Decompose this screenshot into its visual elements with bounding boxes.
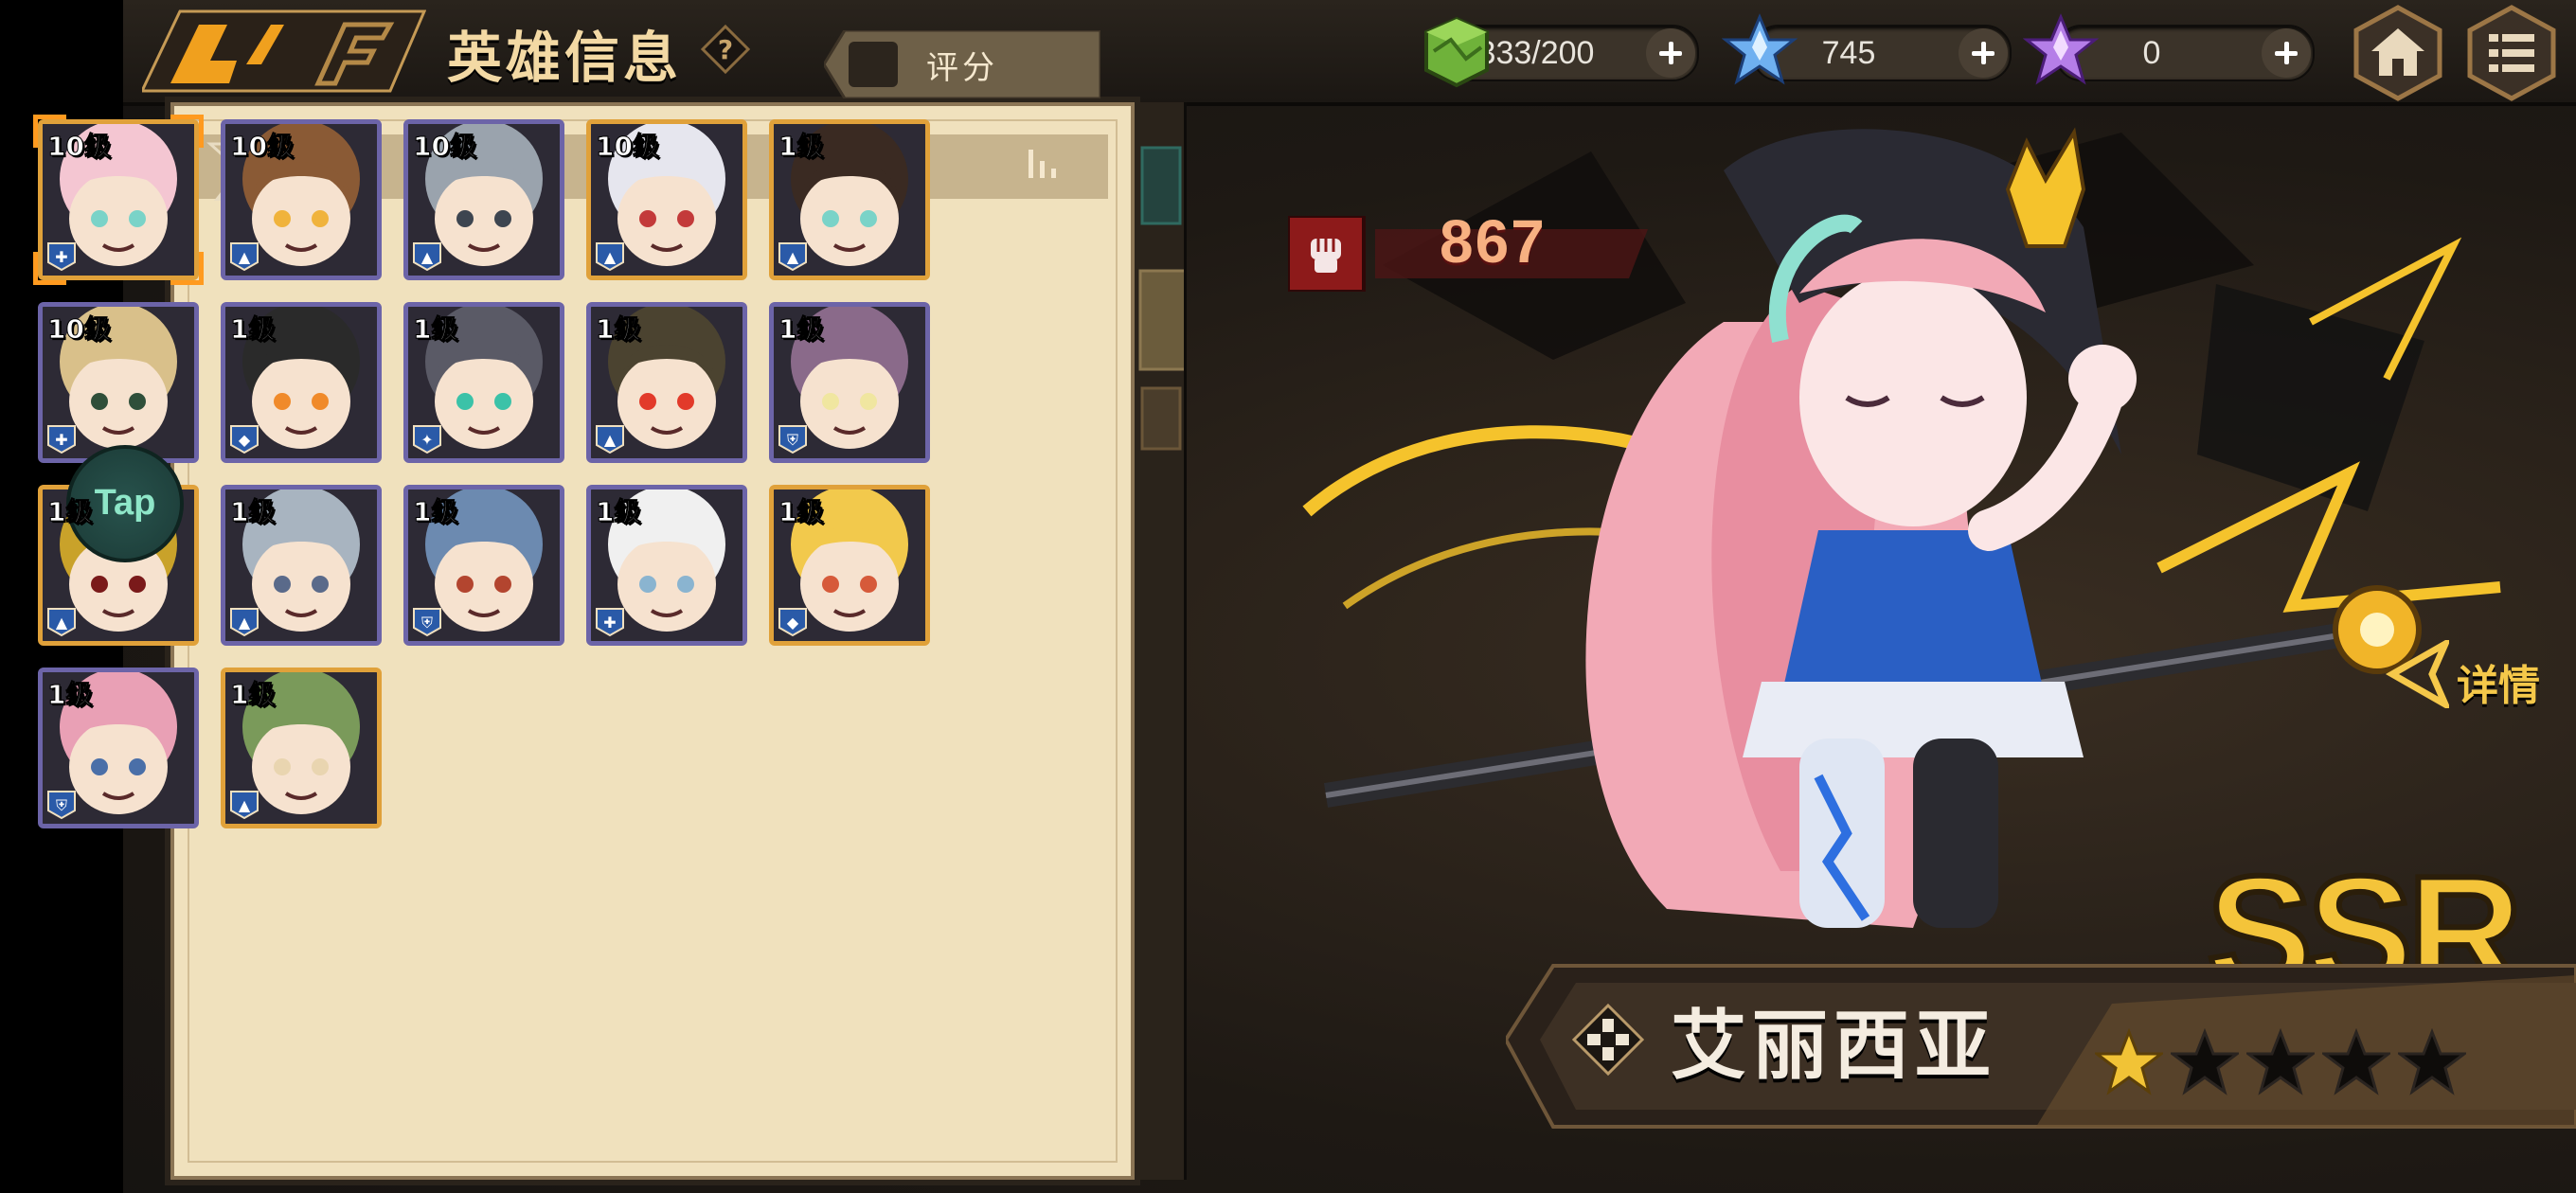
mage-class-icon: ◆ (778, 607, 808, 637)
tank-class-icon: ⛨ (778, 424, 808, 454)
sort-label: 评分 (926, 49, 998, 87)
hero-level: 10级 (413, 131, 477, 163)
hero-card[interactable]: 1级 ▲ (586, 302, 747, 463)
hero-card[interactable]: 1级 ▲ (221, 485, 382, 646)
detail-arrow-icon[interactable] (2385, 635, 2453, 713)
hero-level: 1级 (778, 131, 824, 163)
stamina-cube-icon (1419, 13, 1494, 89)
svg-text:◆: ◆ (239, 431, 251, 449)
back-logo-button[interactable] (139, 8, 427, 95)
hero-card[interactable]: 1级 ⛨ (769, 302, 930, 463)
hero-level: 1级 (778, 313, 824, 346)
svg-text:▲: ▲ (421, 248, 434, 266)
mage-class-icon: ◆ (229, 424, 259, 454)
star-empty-icon (2319, 1027, 2393, 1100)
side-tab-strip (1135, 102, 1190, 1180)
support-class-icon: ✚ (595, 607, 625, 637)
hero-level: 1级 (229, 496, 276, 528)
fist-icon (1303, 231, 1349, 276)
hero-card[interactable]: 1级 ✦ (403, 302, 564, 463)
selection-corner (170, 252, 204, 285)
star-filled-icon (2092, 1027, 2166, 1100)
svg-text:▲: ▲ (787, 248, 799, 266)
home-button[interactable] (2349, 4, 2447, 102)
assassin-class-icon: ✦ (412, 424, 442, 454)
star-empty-icon (2244, 1027, 2317, 1100)
hero-card[interactable]: 1级 ⛨ (38, 668, 199, 828)
hero-level: 1级 (412, 313, 458, 346)
warrior-class-icon: ▲ (778, 241, 808, 272)
home-icon (2353, 5, 2442, 101)
svg-text:▲: ▲ (239, 248, 251, 266)
selection-corner (33, 115, 66, 148)
selection-corner (170, 115, 204, 148)
hero-level: 1级 (229, 313, 276, 346)
hero-card[interactable]: 10级 ▲ (221, 119, 382, 280)
hero-card[interactable]: 1级 ◆ (221, 302, 382, 463)
purple-crystal-icon (2022, 13, 2100, 89)
svg-text:⛨: ⛨ (787, 431, 798, 449)
menu-icon (2467, 5, 2556, 101)
hero-card[interactable]: 1级 ✚ (586, 485, 747, 646)
hero-card[interactable]: 10级 ✚ (38, 302, 199, 463)
svg-text:▲: ▲ (239, 796, 251, 814)
star-empty-icon (2168, 1027, 2242, 1100)
help-icon[interactable]: ? (700, 24, 751, 75)
power-value: 867 (1440, 207, 1547, 276)
star-empty-icon (2395, 1027, 2469, 1100)
add-blue-crystal-button[interactable] (1959, 28, 2008, 78)
svg-text:◆: ◆ (787, 614, 799, 632)
svg-text:⛨: ⛨ (56, 796, 67, 814)
svg-text:✚: ✚ (603, 614, 616, 632)
hero-level: 1级 (412, 496, 458, 528)
hero-level: 1级 (778, 496, 824, 528)
svg-text:▲: ▲ (239, 614, 251, 632)
svg-text:✦: ✦ (420, 431, 433, 449)
hero-card[interactable]: 10级 ✚ (33, 115, 204, 285)
hero-level: 1级 (46, 679, 93, 711)
menu-button[interactable] (2462, 4, 2561, 102)
support-cross-icon (1571, 1003, 1645, 1077)
support-class-icon: ✚ (46, 424, 77, 454)
warrior-class-icon: ▲ (229, 241, 259, 272)
warrior-class-icon: ▲ (229, 607, 259, 637)
hero-card[interactable]: 1级 ⛨ (403, 485, 564, 646)
svg-text:▲: ▲ (56, 614, 68, 632)
hero-card[interactable]: 10级 ▲ (403, 119, 564, 280)
selection-corner (33, 252, 66, 285)
page-title: 英雄信息 (447, 26, 683, 90)
svg-text:✚: ✚ (55, 431, 67, 449)
warrior-class-icon: ▲ (229, 790, 259, 820)
warrior-class-icon: ▲ (412, 241, 442, 272)
hero-card[interactable]: 1级 ▲ (221, 668, 382, 828)
hero-level: 1级 (229, 679, 276, 711)
hero-level: 10级 (230, 131, 295, 163)
detail-link[interactable]: 详情 (2457, 651, 2540, 712)
svg-text:?: ? (718, 34, 733, 65)
svg-text:▲: ▲ (604, 248, 617, 266)
hero-card[interactable]: 10级 ▲ (586, 119, 747, 280)
svg-text:⛨: ⛨ (421, 614, 433, 632)
hero-card[interactable]: 1级 ▲ (769, 119, 930, 280)
hero-level: 10级 (596, 131, 660, 163)
sort-bars-icon (1027, 150, 1059, 178)
add-stamina-button[interactable] (1646, 28, 1695, 78)
warrior-class-icon: ▲ (595, 241, 625, 272)
svg-text:▲: ▲ (604, 431, 617, 449)
tank-class-icon: ⛨ (46, 790, 77, 820)
hero-name: 艾丽西亚 (1671, 1002, 1996, 1090)
warrior-class-icon: ▲ (46, 607, 77, 637)
blue-crystal-icon (1721, 13, 1798, 89)
tank-class-icon: ⛨ (412, 607, 442, 637)
hero-level: 1级 (595, 313, 641, 346)
hero-level: 1级 (46, 496, 93, 528)
hero-card[interactable]: 1级 ◆ (769, 485, 930, 646)
add-purple-crystal-button[interactable] (2262, 28, 2311, 78)
hero-level: 10级 (47, 313, 112, 346)
warrior-class-icon: ▲ (595, 424, 625, 454)
hero-level: 1级 (595, 496, 641, 528)
